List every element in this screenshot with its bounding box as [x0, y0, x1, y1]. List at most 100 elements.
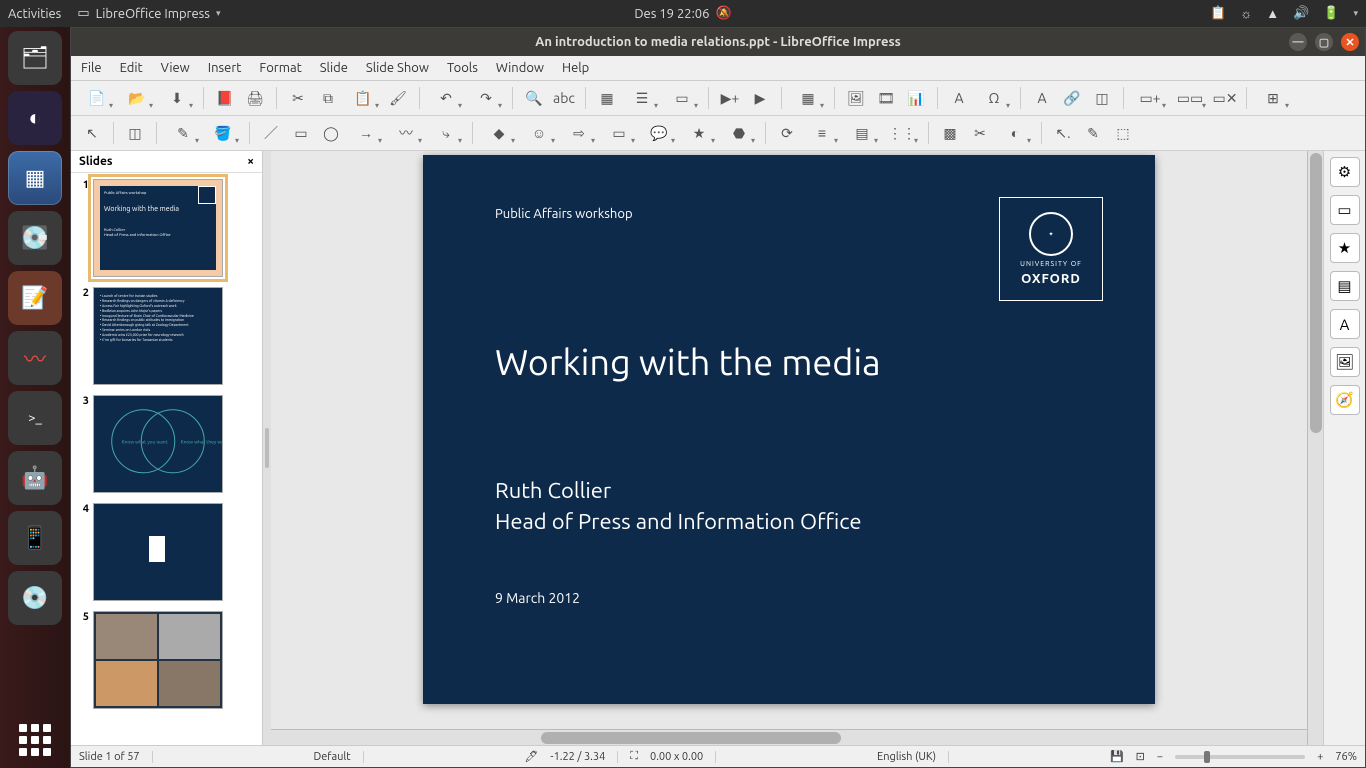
- display-views-button[interactable]: ☰: [624, 85, 660, 111]
- zoom-out-button[interactable]: −: [1157, 751, 1163, 763]
- vertical-scrollbar[interactable]: [1307, 151, 1323, 745]
- menu-tools[interactable]: Tools: [447, 61, 478, 75]
- redo-button[interactable]: ↷: [468, 85, 504, 111]
- insert-av-button[interactable]: 🎞: [873, 85, 899, 111]
- clock[interactable]: Des 19 22:06: [634, 7, 709, 21]
- slide-date[interactable]: 9 March 2012: [495, 590, 1083, 606]
- dock-disc[interactable]: 💿: [8, 571, 62, 625]
- sidebar-gallery-button[interactable]: 🖼: [1330, 347, 1360, 377]
- start-current-button[interactable]: ▶: [747, 85, 773, 111]
- zoom-slider[interactable]: [1175, 755, 1305, 759]
- zoom-percent[interactable]: 76%: [1335, 751, 1357, 763]
- find-button[interactable]: 🔍: [521, 85, 547, 111]
- delete-slide-button[interactable]: ▭✕: [1212, 85, 1238, 111]
- line-button[interactable]: ／: [258, 120, 284, 146]
- slide-author[interactable]: Ruth Collier: [495, 478, 1083, 503]
- 3d-objects-button[interactable]: ⬣: [721, 120, 757, 146]
- distribute-button[interactable]: ⋮⋮: [884, 120, 920, 146]
- flowchart-button[interactable]: ▭: [601, 120, 637, 146]
- master-button[interactable]: ▭: [664, 85, 700, 111]
- crop-button[interactable]: ✂: [967, 120, 993, 146]
- clipboard-indicator-icon[interactable]: 📋: [1210, 6, 1226, 21]
- slide-thumbnail-3[interactable]: Know what you want Know what they want: [93, 395, 223, 493]
- fontwork-button[interactable]: A: [1029, 85, 1055, 111]
- fit-slide-button[interactable]: ⊡: [1136, 750, 1145, 763]
- copy-button[interactable]: ⧉: [315, 85, 341, 111]
- cut-button[interactable]: ✂: [285, 85, 311, 111]
- menu-window[interactable]: Window: [496, 61, 544, 75]
- status-language[interactable]: English (UK): [877, 751, 949, 763]
- show-applications-button[interactable]: [19, 724, 51, 756]
- stars-button[interactable]: ★: [681, 120, 717, 146]
- activities-button[interactable]: Activities: [8, 7, 61, 21]
- slide-thumbnail-5[interactable]: [93, 611, 223, 709]
- gluepoints-button[interactable]: ✎: [1080, 120, 1106, 146]
- sidebar-animation-button[interactable]: ★: [1330, 233, 1360, 263]
- hyperlink-button[interactable]: 🔗: [1059, 85, 1085, 111]
- insert-table-button[interactable]: ▦: [790, 85, 826, 111]
- window-maximize-button[interactable]: ▢: [1315, 33, 1333, 51]
- clone-format-button[interactable]: 🖌: [385, 85, 411, 111]
- menu-slide[interactable]: Slide: [320, 61, 348, 75]
- menu-slide-show[interactable]: Slide Show: [366, 61, 429, 75]
- new-button[interactable]: 📄: [79, 85, 115, 111]
- slide-role[interactable]: Head of Press and Information Office: [495, 509, 1083, 534]
- wifi-icon[interactable]: ▲: [1266, 6, 1279, 21]
- menu-edit[interactable]: Edit: [120, 61, 143, 75]
- lines-arrows-button[interactable]: →: [348, 120, 384, 146]
- sidebar-master-slides-button[interactable]: ▤: [1330, 271, 1360, 301]
- curves-button[interactable]: 〰: [388, 120, 424, 146]
- menu-view[interactable]: View: [161, 61, 190, 75]
- print-button[interactable]: 🖨: [242, 85, 268, 111]
- status-signature-icon[interactable]: 🖊: [524, 750, 538, 763]
- zoom-in-button[interactable]: +: [1317, 751, 1323, 763]
- text-box-button[interactable]: A: [946, 85, 972, 111]
- sidebar-properties-button[interactable]: ⚙: [1330, 157, 1360, 187]
- filter-button[interactable]: ◐: [997, 120, 1033, 146]
- menu-file[interactable]: File: [81, 61, 102, 75]
- connectors-button[interactable]: ⤷: [428, 120, 464, 146]
- paste-button[interactable]: 📋: [345, 85, 381, 111]
- arrange-button[interactable]: ▤: [844, 120, 880, 146]
- duplicate-slide-button[interactable]: ▭▭: [1172, 85, 1208, 111]
- slides-panel-body[interactable]: 1 Public Affairs workshop Working with t…: [71, 173, 262, 745]
- new-slide-button[interactable]: ▭+: [1132, 85, 1168, 111]
- extrusion-button[interactable]: ⬚: [1110, 120, 1136, 146]
- horizontal-scrollbar[interactable]: [271, 729, 1307, 745]
- export-pdf-button[interactable]: 📕: [212, 85, 238, 111]
- dock-screenshot[interactable]: ▦: [8, 151, 62, 205]
- slide-thumbnail-4[interactable]: [93, 503, 223, 601]
- start-beginning-button[interactable]: ▶+: [717, 85, 743, 111]
- slide-title[interactable]: Working with the media: [495, 341, 1083, 382]
- ellipse-button[interactable]: ◯: [318, 120, 344, 146]
- fill-color-button[interactable]: 🪣: [205, 120, 241, 146]
- dock-disks[interactable]: 💽: [8, 211, 62, 265]
- dock-eclipse[interactable]: ◐: [8, 91, 62, 145]
- dock-phone[interactable]: 📱: [8, 511, 62, 565]
- symbol-shapes-button[interactable]: ☺: [521, 120, 557, 146]
- interaction-button[interactable]: ◫: [1089, 85, 1115, 111]
- open-button[interactable]: 📂: [119, 85, 155, 111]
- slide-thumbnail-1[interactable]: Public Affairs workshop Working with the…: [93, 179, 223, 277]
- sidebar-styles-button[interactable]: A: [1330, 309, 1360, 339]
- slide-editor-area[interactable]: Public Affairs workshop ✦ UNIVERSITY OF …: [271, 151, 1307, 745]
- sidebar-navigator-button[interactable]: 🧭: [1330, 385, 1360, 415]
- dock-text-editor[interactable]: 📝: [8, 271, 62, 325]
- slide-layout-button[interactable]: ⊞: [1255, 85, 1291, 111]
- shadow-button[interactable]: ▩: [937, 120, 963, 146]
- line-color-button[interactable]: ✎: [165, 120, 201, 146]
- panel-splitter[interactable]: [263, 151, 271, 745]
- system-menu-chevron-icon[interactable]: ▾: [1353, 8, 1358, 19]
- menu-format[interactable]: Format: [259, 61, 301, 75]
- dock-terminal[interactable]: >_: [8, 391, 62, 445]
- battery-icon[interactable]: 🔋: [1323, 6, 1339, 21]
- window-minimize-button[interactable]: —: [1289, 33, 1307, 51]
- slides-panel-close-button[interactable]: ×: [247, 155, 254, 168]
- notifications-muted-icon[interactable]: 🔕: [715, 6, 731, 21]
- undo-button[interactable]: ↶: [428, 85, 464, 111]
- brightness-icon[interactable]: ☼: [1240, 6, 1252, 21]
- block-arrows-button[interactable]: ⇨: [561, 120, 597, 146]
- grid-button[interactable]: ▦: [594, 85, 620, 111]
- points-button[interactable]: ↖.: [1050, 120, 1076, 146]
- slide-subtitle[interactable]: Public Affairs workshop: [495, 207, 1083, 221]
